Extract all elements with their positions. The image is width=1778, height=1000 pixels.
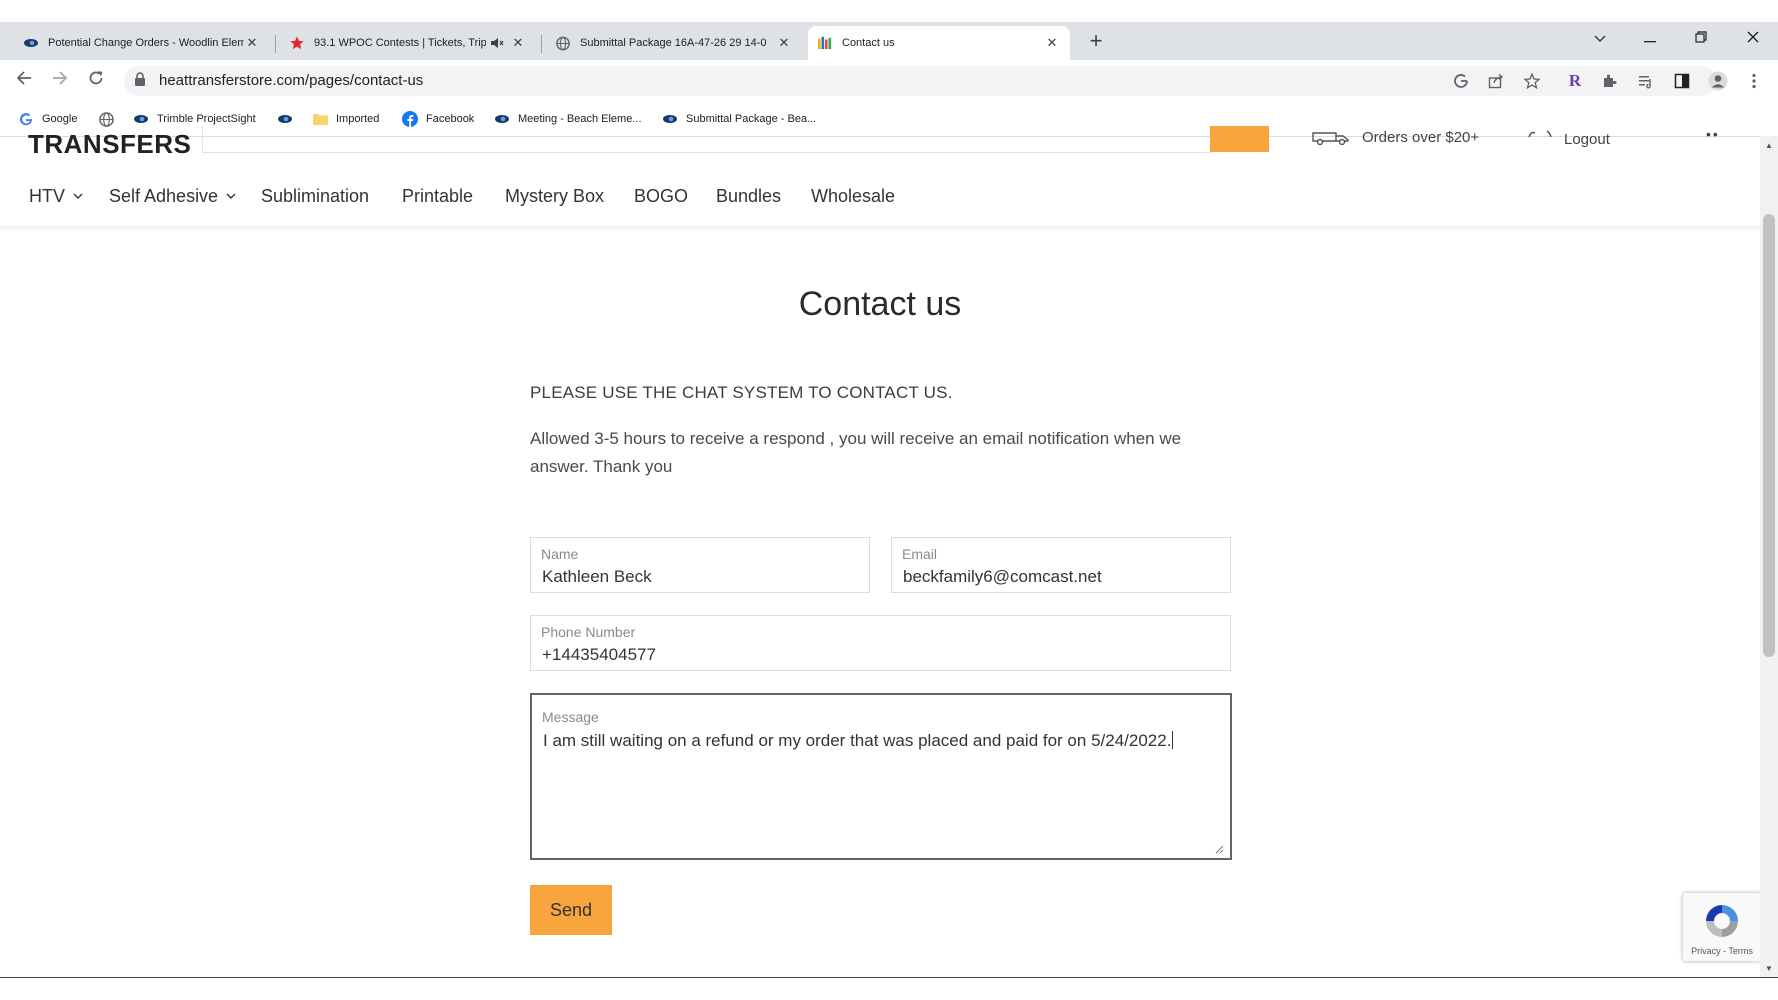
url-text[interactable]: heattransferstore.com/pages/contact-us — [159, 72, 423, 90]
phone-field[interactable]: Phone Number +14435404577 — [530, 615, 1231, 671]
name-label: Name — [541, 546, 579, 562]
nav-sublimination[interactable]: Sublimination — [261, 176, 369, 216]
new-tab-button[interactable]: + — [1086, 27, 1106, 55]
r-extension-icon[interactable]: R — [1562, 68, 1588, 94]
scrollbar-thumb[interactable] — [1763, 214, 1775, 657]
nav-wholesale[interactable]: Wholesale — [811, 176, 895, 216]
recaptcha-badge[interactable]: Privacy - Terms — [1683, 893, 1761, 961]
globe-icon — [556, 36, 570, 50]
resize-handle-icon[interactable] — [1214, 844, 1224, 854]
lock-icon[interactable] — [134, 72, 148, 88]
cart-icon[interactable]: •• — [1706, 126, 1720, 142]
name-value[interactable]: Kathleen Beck — [542, 566, 652, 588]
tab-submittal-package[interactable]: Submittal Package 16A-47-26 29 14-0 ✕ — [546, 26, 802, 60]
tab-wpoc-contests[interactable]: 93.1 WPOC Contests | Tickets, Trip ✕ — [280, 26, 536, 60]
reading-list-icon[interactable] — [1633, 68, 1659, 94]
nav-divider — [0, 226, 1760, 232]
site-search-button[interactable] — [1210, 126, 1269, 152]
email-label: Email — [902, 546, 938, 562]
nav-htv[interactable]: HTV — [29, 176, 83, 216]
colorful-bars-icon — [818, 36, 832, 50]
nav-bogo[interactable]: BOGO — [634, 176, 688, 216]
red-star-icon — [290, 36, 304, 50]
puzzle-extensions-icon[interactable] — [1597, 68, 1623, 94]
close-icon[interactable]: ✕ — [244, 35, 260, 51]
shipping-promo: Orders over $20+ — [1362, 129, 1480, 146]
message-field[interactable]: Message I am still waiting on a refund o… — [530, 693, 1232, 860]
text-caret — [1172, 731, 1174, 749]
scroll-down-icon[interactable]: ▼ — [1760, 962, 1778, 976]
trimble-eye-icon — [662, 111, 678, 127]
tab-potential-change-orders[interactable]: Potential Change Orders - Woodlin Elem ✕ — [14, 26, 270, 60]
name-field[interactable]: Name Kathleen Beck — [530, 537, 870, 593]
truck-icon — [1312, 131, 1350, 146]
folder-icon — [312, 111, 328, 127]
side-panel-icon[interactable] — [1669, 68, 1695, 94]
nav-bundles[interactable]: Bundles — [716, 176, 781, 216]
phone-value[interactable]: +14435404577 — [542, 644, 656, 666]
minimize-icon[interactable] — [1630, 24, 1670, 54]
recaptcha-privacy-terms[interactable]: Privacy - Terms — [1683, 946, 1761, 956]
message-label: Message — [542, 709, 599, 725]
tab-divider — [275, 35, 276, 53]
nav-printable[interactable]: Printable — [402, 176, 473, 216]
close-icon[interactable]: ✕ — [776, 35, 792, 51]
speaker-muted-icon[interactable] — [490, 36, 504, 50]
restore-icon[interactable] — [1681, 24, 1721, 54]
share-icon[interactable] — [1483, 68, 1509, 94]
bookmark-google[interactable]: Google — [18, 108, 77, 130]
tab-search-chevron-icon[interactable] — [1580, 24, 1620, 54]
response-time-note: Allowed 3-5 hours to receive a respond ,… — [530, 429, 1182, 476]
bookmark-star-icon[interactable] — [1519, 68, 1545, 94]
send-button[interactable]: Send — [530, 885, 612, 935]
nav-self-adhesive[interactable]: Self Adhesive — [109, 176, 236, 216]
google-lens-icon[interactable] — [1448, 68, 1474, 94]
trimble-eye-icon — [24, 36, 38, 50]
phone-label: Phone Number — [541, 624, 636, 640]
bookmark-globe[interactable] — [98, 108, 114, 130]
browser-menu-icon[interactable] — [1741, 68, 1767, 94]
main-nav: HTV Self Adhesive Sublimination Printabl… — [0, 176, 1760, 228]
window-top-strip — [0, 0, 1778, 22]
chevron-down-icon — [226, 193, 236, 199]
google-icon — [18, 111, 34, 127]
facebook-icon — [402, 111, 418, 127]
close-window-icon[interactable] — [1733, 24, 1773, 54]
site-logo[interactable]: TRANSFERS — [28, 128, 191, 156]
logout-link[interactable]: Logout — [1564, 131, 1610, 149]
close-icon[interactable]: ✕ — [1044, 35, 1060, 51]
tab-bar: Potential Change Orders - Woodlin Elem ✕… — [0, 22, 1778, 60]
site-search-input[interactable] — [202, 126, 1212, 153]
email-field[interactable]: Email beckfamily6@comcast.net — [891, 537, 1231, 593]
reload-icon[interactable] — [82, 66, 110, 94]
tab-divider — [541, 35, 542, 53]
taskbar-area — [0, 978, 1778, 1000]
scroll-up-icon[interactable]: ▲ — [1760, 139, 1778, 153]
page-title: Contact us — [798, 285, 962, 323]
forward-icon[interactable] — [46, 66, 74, 94]
close-icon[interactable]: ✕ — [510, 35, 526, 51]
trimble-eye-icon — [133, 111, 149, 127]
chat-notice: PLEASE USE THE CHAT SYSTEM TO CONTACT US… — [530, 383, 953, 402]
recaptcha-icon — [1706, 905, 1738, 937]
email-value[interactable]: beckfamily6@comcast.net — [903, 566, 1102, 588]
user-icon — [1527, 128, 1553, 140]
back-icon[interactable] — [10, 66, 38, 94]
chevron-down-icon — [73, 193, 83, 199]
trimble-eye-icon — [277, 111, 293, 127]
profile-avatar-icon[interactable] — [1705, 68, 1731, 94]
message-value[interactable]: I am still waiting on a refund or my ord… — [543, 730, 1174, 752]
trimble-eye-icon — [494, 111, 510, 127]
nav-mystery-box[interactable]: Mystery Box — [505, 176, 604, 216]
tab-contact-us[interactable]: Contact us ✕ — [808, 26, 1070, 60]
globe-icon — [98, 111, 114, 127]
